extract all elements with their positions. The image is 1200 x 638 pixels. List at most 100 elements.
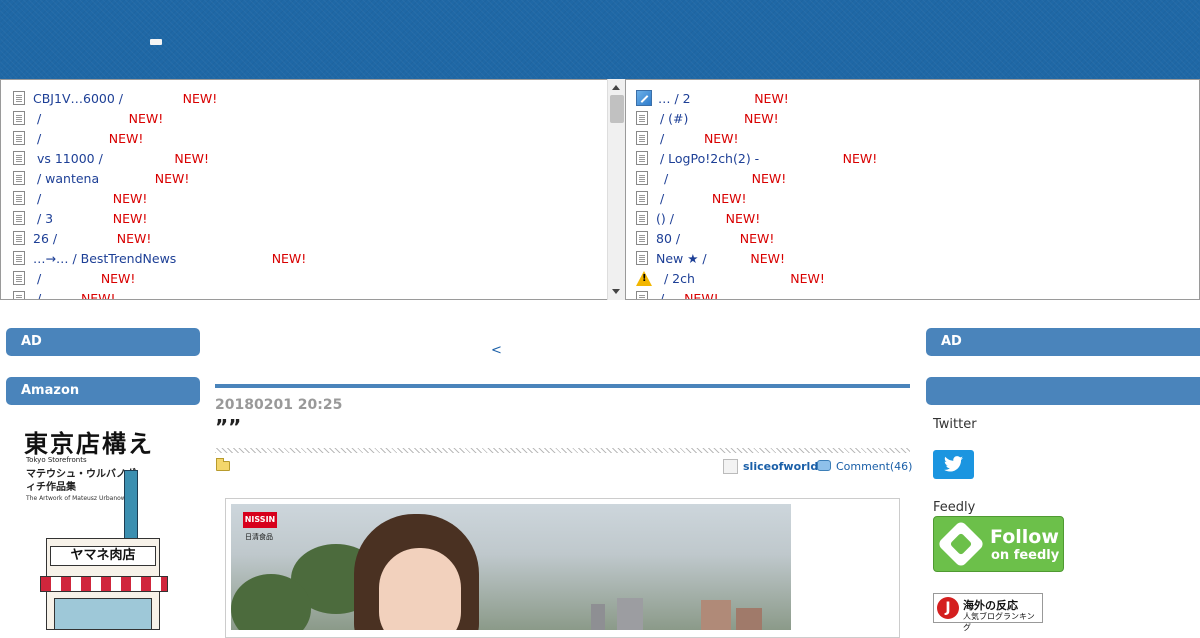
comment-count-link[interactable]: Comment(46) (836, 460, 912, 473)
document-icon (13, 271, 25, 285)
document-icon (636, 231, 648, 245)
antenna-item-title[interactable]: / (656, 131, 668, 146)
antenna-item-gap (691, 91, 755, 106)
author-avatar-icon (723, 459, 738, 474)
document-icon (636, 211, 648, 225)
feedly-follow-text: Follow (990, 526, 1059, 548)
antenna-item-gap (53, 211, 113, 226)
new-badge: NEW! (711, 190, 747, 206)
document-icon (13, 291, 25, 299)
scroll-down-arrow-icon[interactable] (612, 289, 620, 294)
antenna-item[interactable]: / (#) NEW! (626, 108, 877, 128)
antenna-item-title[interactable]: New ★ / (656, 251, 711, 266)
new-badge: NEW! (744, 110, 779, 126)
blog-ranking-banner[interactable]: J 海外の反応 人気ブログランキング (933, 593, 1043, 632)
category-folder-icon[interactable] (216, 458, 230, 471)
antenna-item-gap (176, 251, 271, 266)
antenna-item-title[interactable]: … / 2 (658, 91, 691, 106)
ranking-logo-icon: J (937, 597, 959, 619)
antenna-item-title[interactable]: CBJ1V…6000 / (33, 91, 127, 106)
antenna-item[interactable]: / NEW! (1, 288, 306, 300)
antenna-item-title[interactable]: / (33, 271, 45, 286)
antenna-item-title[interactable]: / (#) (656, 111, 688, 126)
new-badge: NEW! (112, 190, 148, 206)
antenna-item-title[interactable]: / LogPo!2ch(2) - (656, 151, 763, 166)
antenna-item[interactable]: / NEW! (626, 168, 877, 188)
antenna-item[interactable]: New ★ / NEW! (626, 248, 877, 268)
antenna-item-title[interactable]: 26 / (33, 231, 61, 246)
antenna-item[interactable]: / NEW! (1, 268, 306, 288)
post-date: 20180201 20:25 (215, 397, 343, 413)
antenna-item-title[interactable]: / 2ch (660, 271, 695, 286)
document-icon (636, 151, 648, 165)
new-badge: NEW! (116, 230, 152, 246)
book-subtitle-en: The Artwork of Mateusz Urbanowicz (26, 495, 134, 502)
antenna-item-title[interactable]: / (33, 131, 45, 146)
antenna-item-title[interactable]: vs 11000 / (33, 151, 107, 166)
twitter-label: Twitter (933, 417, 977, 432)
antenna-item[interactable]: CBJ1V…6000 / NEW! (1, 88, 306, 108)
left-ad-heading: AD (6, 328, 200, 356)
antenna-item-gap (45, 191, 113, 206)
antenna-item-gap (688, 111, 744, 126)
antenna-item[interactable]: / NEW! (626, 128, 877, 148)
antenna-item[interactable]: / NEW! (626, 288, 877, 300)
antenna-item-title[interactable]: / (656, 171, 672, 186)
antenna-item[interactable]: / wantena NEW! (1, 168, 306, 188)
new-badge: NEW! (80, 290, 116, 300)
antenna-item-title[interactable]: 80 / (656, 231, 684, 246)
new-badge: NEW! (174, 150, 209, 166)
new-badge: NEW! (112, 210, 148, 226)
antenna-item-title[interactable]: …→… / BestTrendNews (33, 251, 176, 266)
image-building (591, 604, 605, 630)
new-badge: NEW! (750, 250, 785, 266)
antenna-item[interactable]: …→… / BestTrendNews NEW! (1, 248, 306, 268)
new-badge: NEW! (751, 170, 787, 186)
article-image[interactable]: NISSIN 日清食品 (231, 504, 791, 630)
antenna-item-title[interactable]: / wantena (33, 171, 99, 186)
antenna-item[interactable]: vs 11000 / NEW! (1, 148, 306, 168)
new-badge: NEW! (790, 270, 825, 286)
antenna-item[interactable]: … / 2 NEW! (626, 88, 877, 108)
shop-window (54, 598, 152, 630)
antenna-item[interactable]: 26 / NEW! (1, 228, 306, 248)
antenna-item-title[interactable]: / 3 (33, 211, 53, 226)
book-title: 東京店構え (24, 429, 154, 458)
image-building (701, 600, 731, 630)
scroll-thumb[interactable] (610, 95, 624, 123)
twitter-follow-button[interactable] (933, 450, 974, 479)
antenna-item[interactable]: / 3 NEW! (1, 208, 306, 228)
antenna-item-gap (678, 211, 726, 226)
antenna-item[interactable]: / NEW! (1, 188, 306, 208)
previous-article-link[interactable]: < (491, 343, 502, 358)
document-icon (13, 231, 25, 245)
antenna-item-title[interactable]: / (33, 291, 45, 300)
book-subtitle: Tokyo Storefronts (26, 456, 87, 464)
shop-awning (40, 576, 168, 592)
antenna-item-gap (695, 271, 790, 286)
right-ad-heading: AD (926, 328, 1200, 356)
amazon-book-cover[interactable]: 東京店構え Tokyo Storefronts マテウシュ・ウルバノヴィチ作品集… (22, 422, 190, 630)
antenna-item-title[interactable]: / (33, 191, 45, 206)
antenna-item[interactable]: / 2ch NEW! (626, 268, 877, 288)
antenna-item[interactable]: / NEW! (626, 188, 877, 208)
antenna-item[interactable]: 80 / NEW! (626, 228, 877, 248)
antenna-item[interactable]: / NEW! (1, 108, 306, 128)
antenna-item-title[interactable]: / (656, 291, 668, 300)
antenna-item-title[interactable]: / (656, 191, 668, 206)
post-author-link[interactable]: sliceofworld (743, 460, 818, 473)
site-header (0, 0, 1200, 79)
antenna-item[interactable]: () / NEW! (626, 208, 877, 228)
post-title[interactable]: ”” (215, 415, 241, 439)
antenna-scrollbar[interactable] (607, 79, 625, 300)
antenna-item[interactable]: / LogPo!2ch(2) - NEW! (626, 148, 877, 168)
feedly-follow-button[interactable]: Follow on feedly (933, 516, 1064, 572)
antenna-item[interactable]: / NEW! (1, 128, 306, 148)
shop-sign: ヤマネ肉店 (50, 546, 156, 566)
header-badge (150, 39, 162, 45)
new-badge: NEW! (100, 270, 136, 286)
antenna-item-title[interactable]: / (33, 111, 45, 126)
new-badge: NEW! (739, 230, 775, 246)
antenna-item-title[interactable]: () / (656, 211, 678, 226)
scroll-up-arrow-icon[interactable] (612, 85, 620, 90)
